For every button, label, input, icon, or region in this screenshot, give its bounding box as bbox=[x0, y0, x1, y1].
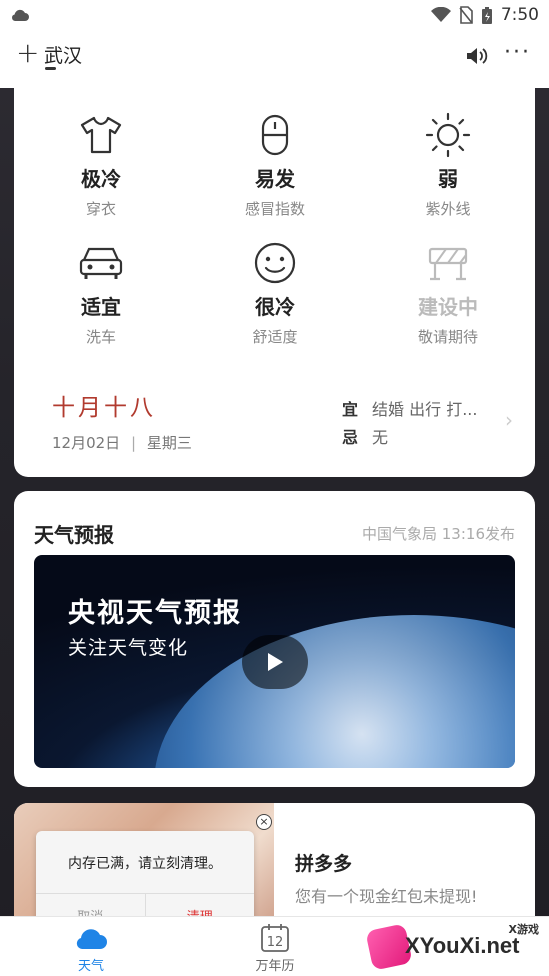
index-label: 洗车 bbox=[85, 328, 116, 346]
index-label: 舒适度 bbox=[252, 328, 298, 346]
forecast-source: 中国气象局 13:16发布 bbox=[362, 525, 515, 543]
tab-weather[interactable]: 天气 bbox=[51, 921, 131, 974]
sun-icon bbox=[425, 112, 471, 158]
index-item-carwash[interactable]: 适宜 洗车 bbox=[14, 240, 188, 347]
ad-description: 您有一个现金红包未提现! bbox=[295, 887, 478, 906]
forecast-card: 天气预报 中国气象局 13:16发布 央视天气预报 关注天气变化 bbox=[14, 491, 535, 787]
index-label: 敬请期待 bbox=[417, 328, 478, 346]
site-watermark: X游戏 XYouXi.net bbox=[363, 919, 543, 973]
cloud-tab-icon bbox=[76, 929, 107, 949]
almanac[interactable]: 宜结婚 出行 打... 忌无 bbox=[342, 394, 477, 450]
index-value: 很冷 bbox=[255, 295, 295, 319]
play-icon bbox=[268, 653, 283, 671]
index-item-cold[interactable]: 易发 感冒指数 bbox=[188, 112, 362, 219]
page-indicator bbox=[45, 67, 56, 70]
weekday: 星期三 bbox=[146, 434, 192, 452]
battery-icon bbox=[481, 6, 492, 24]
calendar-summary[interactable]: 十月十八 12月02日 | 星期三 bbox=[52, 388, 192, 453]
index-item-uv[interactable]: 弱 紫外线 bbox=[361, 112, 535, 219]
ji-text: 无 bbox=[372, 428, 389, 447]
yi-text: 结婚 出行 打... bbox=[372, 400, 478, 419]
tab-label: 万年历 bbox=[255, 959, 295, 974]
video-title: 央视天气预报 bbox=[68, 598, 242, 629]
speaker-icon[interactable] bbox=[465, 45, 489, 67]
earth-image bbox=[154, 615, 515, 768]
video-subtitle: 关注天气变化 bbox=[68, 637, 189, 659]
car-icon bbox=[79, 247, 123, 279]
index-item-comfort[interactable]: 很冷 舒适度 bbox=[188, 240, 362, 347]
tab-label: 天气 bbox=[77, 959, 104, 974]
smiley-icon bbox=[254, 242, 296, 284]
status-time: 7:50 bbox=[500, 5, 539, 25]
index-item-coming-soon: 建设中 敬请期待 bbox=[361, 240, 535, 347]
index-value: 建设中 bbox=[418, 295, 478, 319]
forecast-video[interactable]: 央视天气预报 关注天气变化 bbox=[34, 555, 515, 768]
pill-icon bbox=[261, 114, 289, 156]
no-sim-icon bbox=[459, 6, 473, 24]
cloud-status-icon bbox=[12, 9, 29, 21]
lunar-date: 十月十八 bbox=[52, 395, 156, 421]
index-value: 适宜 bbox=[81, 295, 121, 319]
life-index-card: 极冷 穿衣 易发 感冒指数 弱 紫外线 适宜 洗车 很冷 舒适度 建设中 敬请期… bbox=[14, 72, 535, 477]
forecast-title: 天气预报 bbox=[34, 523, 114, 547]
tab-calendar[interactable]: 12 万年历 bbox=[235, 921, 315, 974]
tshirt-icon bbox=[80, 116, 122, 154]
more-menu-button[interactable]: ··· bbox=[504, 40, 531, 65]
index-label: 紫外线 bbox=[425, 200, 471, 218]
ad-title: 拼多多 bbox=[295, 853, 353, 875]
watermark-text: XYouXi.net bbox=[405, 933, 520, 958]
svg-text:12: 12 bbox=[267, 935, 284, 950]
wifi-icon bbox=[430, 7, 451, 22]
index-label: 感冒指数 bbox=[244, 200, 305, 218]
index-value: 极冷 bbox=[81, 167, 121, 191]
solar-date: 12月02日 bbox=[52, 434, 121, 452]
calendar-tab-icon: 12 bbox=[261, 924, 289, 952]
index-item-clothing[interactable]: 极冷 穿衣 bbox=[14, 112, 188, 219]
ji-label: 忌 bbox=[342, 428, 359, 447]
close-ad-icon[interactable]: × bbox=[256, 814, 272, 830]
status-bar: 7:50 bbox=[0, 0, 549, 32]
add-city-button[interactable]: + bbox=[16, 38, 39, 68]
index-label: 穿衣 bbox=[85, 200, 116, 218]
index-value: 弱 bbox=[438, 167, 458, 191]
date-separator: | bbox=[130, 434, 137, 452]
solar-date-row: 12月02日 | 星期三 bbox=[52, 432, 192, 453]
yi-label: 宜 bbox=[342, 400, 359, 419]
barrier-icon bbox=[428, 247, 468, 281]
city-name[interactable]: 武汉 bbox=[44, 41, 82, 68]
chevron-right-icon[interactable]: › bbox=[505, 408, 513, 432]
play-button[interactable] bbox=[242, 635, 308, 689]
dialog-message: 内存已满，请立刻清理。 bbox=[68, 856, 222, 872]
index-value: 易发 bbox=[255, 167, 295, 191]
